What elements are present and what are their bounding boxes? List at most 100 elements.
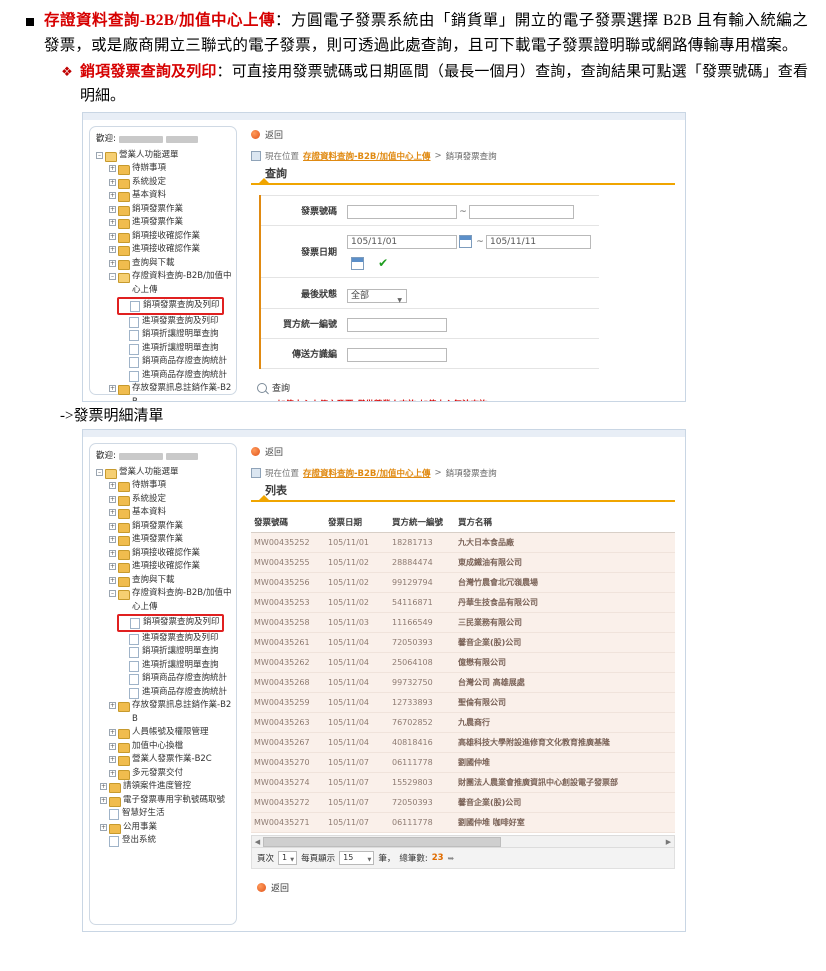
table-row[interactable]: MW00435262 105/11/04 25064108 億懋有限公司 [251, 652, 675, 673]
sidebar-item-1[interactable]: + 系統設定 [109, 493, 232, 507]
sidebar-item-3[interactable]: + 銷項發票作業 [109, 203, 232, 217]
back-link-top-1[interactable]: 返回 [251, 128, 675, 141]
sidebar-item-22[interactable]: 智慧好生活 [100, 807, 232, 821]
sidebar-item-17[interactable]: + 加值中心換檔 [109, 740, 232, 754]
back-link-top-2[interactable]: 返回 [251, 445, 675, 458]
scroll-left-arrow-icon[interactable]: ◀ [252, 838, 263, 846]
table-row[interactable]: MW00435272 105/11/07 72050393 馨音企業(股)公司 [251, 792, 675, 813]
cell-invoice-number[interactable]: MW00435252 [251, 532, 325, 553]
table-row[interactable]: MW00435259 105/11/04 12733893 聖倫有限公司 [251, 692, 675, 713]
query-action-row[interactable]: 查詢 [257, 381, 675, 394]
table-row[interactable]: MW00435271 105/11/07 06111778 劉國仲堆 咖啡好室 [251, 812, 675, 833]
cell-invoice-number[interactable]: MW00435255 [251, 552, 325, 573]
table-row[interactable]: MW00435270 105/11/07 06111778 劉國仲堆 [251, 752, 675, 773]
table-row[interactable]: MW00435252 105/11/01 18281713 九大日本食品廠 [251, 532, 675, 553]
sidebar-root-node[interactable]: – 營業人功能選單 [96, 149, 232, 163]
expand-toggle-icon[interactable]: + [109, 769, 116, 777]
expand-toggle-icon[interactable]: – [96, 151, 103, 159]
pagination-bar[interactable]: 頁次 1 ▼ 每頁顯示 15 ▼ 筆， 總筆數: 23 ➥ [251, 848, 675, 869]
expand-toggle-icon[interactable]: + [109, 536, 116, 543]
sidebar-item-14[interactable]: 進項商品存證查詢統計 [120, 686, 232, 700]
sidebar-tree-1[interactable]: 歡迎: – 營業人功能選單 + 待辦事項 + 系統設定 + 基本資料 + 銷項發票作業 + 進項發… [89, 126, 237, 401]
cell-invoice-number[interactable]: MW00435262 [251, 652, 325, 673]
sidebar-item-11[interactable]: 銷項折讓證明單查詢 [120, 328, 232, 342]
buyer-id-input[interactable] [347, 317, 447, 332]
sidebar-item-10[interactable]: 進項發票查詢及列印 [120, 315, 232, 329]
cell-invoice-number[interactable]: MW00435259 [251, 692, 325, 713]
invoice-number-to-input[interactable] [469, 204, 574, 219]
calendar-icon-to[interactable] [351, 257, 364, 270]
horizontal-scrollbar[interactable]: ◀ ▶ [251, 835, 675, 848]
sidebar-item-6[interactable]: + 進項接收確認作業 [109, 560, 232, 574]
sidebar-tree-2[interactable]: 歡迎: – 營業人功能選單 + 待辦事項 + 系統設定 + 基本資料 + 銷項發票作業 + 進項發… [89, 443, 237, 925]
expand-toggle-icon[interactable]: + [109, 702, 116, 709]
sidebar-item-9[interactable]: 銷項發票查詢及列印 [121, 299, 220, 313]
cell-invoice-number[interactable]: MW00435267 [251, 732, 325, 753]
sidebar-item-7[interactable]: + 查詢與下載 [109, 574, 232, 588]
sidebar-item-11[interactable]: 銷項折讓證明單查詢 [120, 645, 232, 659]
table-row[interactable]: MW00435274 105/11/07 15529803 財團法人農業會推廣資訊中心… [251, 772, 675, 793]
table-row[interactable]: MW00435253 105/11/02 54116871 丹華生技食品有限公司 [251, 592, 675, 613]
table-row[interactable]: MW00435268 105/11/04 99732750 台灣公司 高雄展處 [251, 672, 675, 693]
sidebar-item-8[interactable]: – 存證資料查詢-B2B/加值中心上傳 [109, 270, 232, 297]
expand-toggle-icon[interactable]: – [109, 590, 116, 597]
invoice-date-from-input[interactable]: 105/11/01 [347, 234, 457, 249]
sidebar-item-12[interactable]: 進項折讓證明單查詢 [120, 659, 232, 673]
table-row[interactable]: MW00435256 105/11/02 99129794 台灣竹農會北冗嶺農場 [251, 572, 675, 593]
expand-toggle-icon[interactable]: + [109, 165, 116, 172]
expand-toggle-icon[interactable]: + [109, 495, 116, 503]
sidebar-item-20[interactable]: + 請領案件進度管控 [100, 780, 232, 794]
cell-invoice-number[interactable]: MW00435263 [251, 712, 325, 733]
sender-id-input[interactable] [347, 347, 447, 362]
scrollbar-thumb[interactable] [263, 836, 502, 847]
expand-toggle-icon[interactable]: + [109, 259, 116, 267]
sidebar-item-18[interactable]: + 營業人發票作業-B2C [109, 753, 232, 767]
cell-invoice-number[interactable]: MW00435258 [251, 612, 325, 633]
sidebar-item-2[interactable]: + 基本資料 [109, 506, 232, 520]
sidebar-item-15[interactable]: + 存放發票訊息註銷作業-B2B [109, 699, 232, 726]
expand-toggle-icon[interactable]: + [109, 192, 116, 199]
expand-toggle-icon[interactable]: + [109, 232, 116, 240]
table-row[interactable]: MW00435261 105/11/04 72050393 馨音企業(股)公司 [251, 632, 675, 653]
next-page-icon[interactable]: ➥ [448, 854, 455, 863]
sidebar-item-24[interactable]: 登出系統 [100, 834, 232, 848]
sidebar-item-4[interactable]: + 進項發票作業 [109, 533, 232, 547]
cell-invoice-number[interactable]: MW00435272 [251, 792, 325, 813]
expand-toggle-icon[interactable]: + [109, 729, 116, 736]
cell-invoice-number[interactable]: MW00435271 [251, 812, 325, 833]
expand-toggle-icon[interactable]: + [109, 522, 116, 530]
sidebar-item-21[interactable]: + 電子發票專用字軌號碼取號 [100, 794, 232, 808]
last-status-select[interactable]: 全部 ▼ [347, 289, 407, 304]
table-row[interactable]: MW00435258 105/11/03 11166549 三民業務有限公司 [251, 612, 675, 633]
sidebar-item-12[interactable]: 進項折讓證明單查詢 [120, 342, 232, 356]
expand-toggle-icon[interactable]: + [109, 205, 116, 213]
cell-invoice-number[interactable]: MW00435268 [251, 672, 325, 693]
sidebar-item-14[interactable]: 進項商品存證查詢統計 [120, 369, 232, 383]
sidebar-item-1[interactable]: + 系統設定 [109, 176, 232, 190]
sidebar-item-9[interactable]: 銷項發票查詢及列印 [121, 616, 220, 630]
cell-invoice-number[interactable]: MW00435253 [251, 592, 325, 613]
expand-toggle-icon[interactable]: + [109, 482, 116, 489]
table-row[interactable]: MW00435263 105/11/04 76702852 九農商行 [251, 712, 675, 733]
expand-toggle-icon[interactable]: – [109, 273, 116, 280]
sidebar-selected-item[interactable]: 銷項發票查詢及列印 [117, 297, 224, 315]
sidebar-item-4[interactable]: + 進項發票作業 [109, 216, 232, 230]
expand-toggle-icon[interactable]: + [109, 385, 116, 392]
cell-invoice-number[interactable]: MW00435256 [251, 572, 325, 593]
invoice-number-from-input[interactable] [347, 204, 457, 219]
cell-invoice-number[interactable]: MW00435270 [251, 752, 325, 773]
check-confirm-icon[interactable]: ✔ [378, 257, 388, 269]
cell-invoice-number[interactable]: MW00435274 [251, 772, 325, 793]
sidebar-item-13[interactable]: 銷項商品存證查詢統計 [120, 672, 232, 686]
expand-toggle-icon[interactable]: + [109, 756, 116, 763]
sidebar-item-10[interactable]: 進項發票查詢及列印 [120, 632, 232, 646]
sidebar-item-23[interactable]: + 公用事業 [100, 821, 232, 835]
expand-toggle-icon[interactable]: + [109, 178, 116, 186]
sidebar-item-7[interactable]: + 查詢與下載 [109, 257, 232, 271]
table-row[interactable]: MW00435267 105/11/04 40818416 高雄科技大學附設進修育文化… [251, 732, 675, 753]
sidebar-item-5[interactable]: + 銷項接收確認作業 [109, 547, 232, 561]
expand-toggle-icon[interactable]: + [109, 219, 116, 226]
sidebar-item-6[interactable]: + 進項接收確認作業 [109, 243, 232, 257]
return-action-row-2[interactable]: 返回 [257, 881, 675, 894]
cell-invoice-number[interactable]: MW00435261 [251, 632, 325, 653]
